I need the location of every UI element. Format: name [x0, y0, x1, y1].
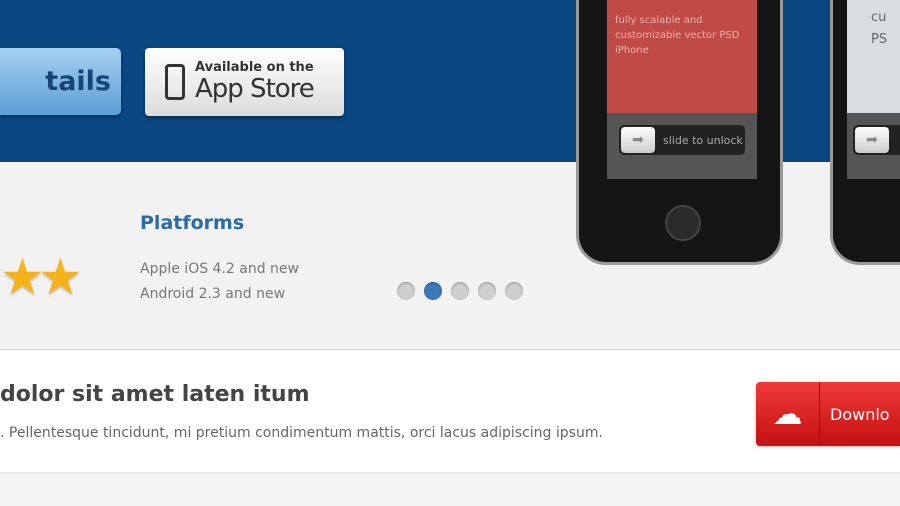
details-button[interactable]: tails	[0, 48, 121, 115]
slide-to-unlock: ➡	[853, 125, 900, 155]
carousel-dots	[397, 282, 523, 300]
cta-title: dolor sit amet laten itum	[0, 382, 310, 407]
iphone-icon	[165, 64, 185, 100]
platforms-title: Platforms	[140, 212, 245, 234]
appstore-small-text: Available on the	[195, 60, 314, 75]
slide-to-unlock: ➡ slide to unlock	[619, 125, 745, 155]
carousel-dot[interactable]	[451, 282, 469, 300]
home-button-icon	[665, 205, 701, 241]
unlock-label: slide to unlock	[663, 133, 743, 147]
carousel-dot[interactable]	[505, 282, 523, 300]
platform-android: Android 2.3 and new	[140, 286, 286, 302]
star-icon: ★	[38, 248, 83, 306]
appstore-big-text: App Store	[195, 74, 315, 104]
phone-mockup: fully scalable and customizable vector P…	[576, 0, 783, 265]
phone-screen-text: ful cu PS	[847, 0, 900, 113]
cta-text: . Pellentesque tincidunt, mi pretium con…	[0, 425, 603, 441]
arrow-right-icon: ➡	[855, 127, 889, 153]
details-label: tails	[45, 66, 111, 97]
carousel-dot[interactable]	[397, 282, 415, 300]
phone-screen-text: fully scalable and customizable vector P…	[607, 0, 757, 113]
arrow-right-icon: ➡	[621, 127, 655, 153]
cloud-download-icon: ☁	[756, 382, 820, 446]
download-label: Downlo	[830, 404, 890, 424]
platform-ios: Apple iOS 4.2 and new	[140, 261, 299, 277]
phone-mockup-2: ful cu PS ➡	[830, 0, 900, 265]
app-store-button[interactable]: Available on the App Store	[145, 48, 344, 116]
download-button[interactable]: ☁ Downlo	[756, 382, 900, 446]
carousel-dot[interactable]	[478, 282, 496, 300]
carousel-dot-active[interactable]	[424, 282, 442, 300]
